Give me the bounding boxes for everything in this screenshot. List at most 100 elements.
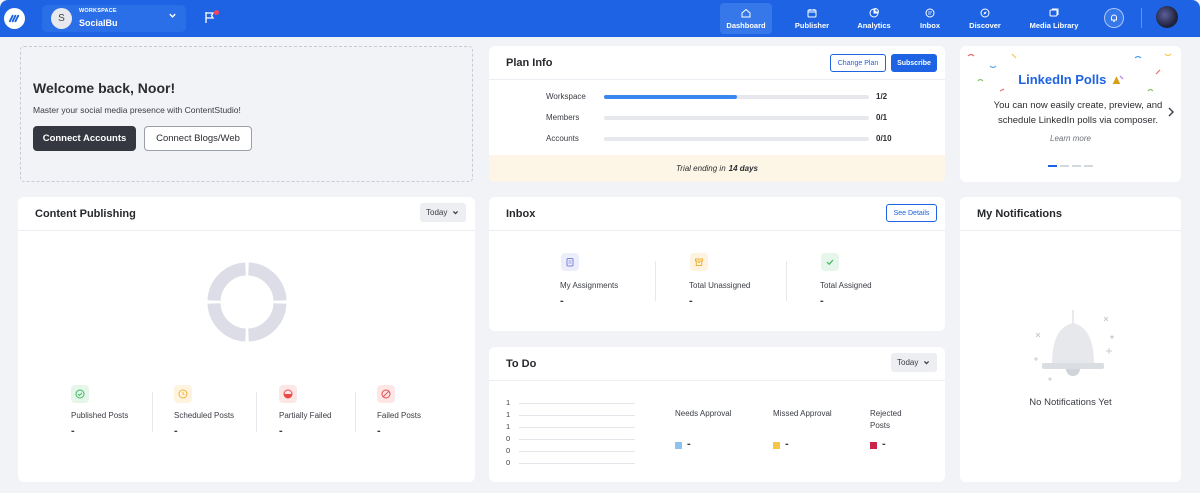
- rejected-posts-value: -: [882, 438, 886, 450]
- y-tick-label: 0: [506, 434, 511, 443]
- scheduled-posts-label: Scheduled Posts: [174, 411, 235, 420]
- promo-title: LinkedIn Polls ▲: [960, 72, 1181, 87]
- workspace-label: WORKSPACE: [79, 8, 117, 14]
- carousel-dot[interactable]: [1084, 165, 1093, 167]
- welcome-panel: Welcome back, Noor! Master your social m…: [20, 46, 473, 182]
- nav-discover[interactable]: Discover: [960, 3, 1010, 34]
- nav-analytics[interactable]: Analytics: [848, 3, 900, 34]
- nav-dashboard[interactable]: Dashboard: [720, 3, 772, 34]
- card-header: Content Publishing Today: [18, 197, 475, 231]
- members-label: Members: [546, 113, 580, 122]
- members-progress: [604, 116, 869, 120]
- accounts-value: 0/10: [876, 134, 892, 143]
- flag-icon[interactable]: [204, 10, 219, 25]
- plan-info-card: Plan Info Change Plan Subscribe Workspac…: [489, 46, 945, 182]
- subscribe-button[interactable]: Subscribe: [891, 54, 937, 72]
- missed-approval-swatch: [773, 442, 780, 449]
- nav-publisher[interactable]: Publisher: [786, 3, 838, 34]
- scheduled-posts-value: -: [174, 425, 178, 437]
- divider: [655, 261, 656, 301]
- chevron-down-icon: [453, 211, 459, 215]
- workspace-label: Workspace: [546, 92, 586, 101]
- chevron-down-icon: [924, 361, 930, 365]
- divider: [152, 392, 153, 432]
- my-assignments-value: -: [560, 295, 564, 307]
- content-publishing-title: Content Publishing: [35, 208, 136, 220]
- nav-discover-label: Discover: [969, 20, 1001, 30]
- grid-line: [519, 463, 635, 464]
- compass-icon: [980, 8, 990, 17]
- y-tick-label: 1: [506, 422, 511, 431]
- notification-dot: [214, 10, 219, 15]
- workspace-value: 1/2: [876, 92, 888, 101]
- learn-more-link[interactable]: Learn more: [960, 134, 1181, 143]
- divider: [355, 392, 356, 432]
- connect-blogs-button[interactable]: Connect Blogs/Web: [144, 126, 252, 151]
- card-header: Plan Info Change Plan Subscribe: [489, 46, 945, 80]
- donut-chart: [207, 262, 287, 342]
- chevron-right-icon[interactable]: [1167, 106, 1175, 120]
- divider: [1141, 8, 1142, 28]
- chat-bubble-icon: [925, 8, 935, 17]
- grid-line: [519, 427, 635, 428]
- range-dropdown[interactable]: Today: [420, 203, 466, 222]
- carousel-dot[interactable]: [1072, 165, 1081, 167]
- nav-inbox-label: Inbox: [920, 20, 940, 30]
- check-icon: [821, 253, 839, 271]
- my-assignments-label: My Assignments: [560, 281, 619, 290]
- rejected-posts-label: Rejected Posts: [870, 409, 902, 430]
- welcome-subtitle: Master your social media presence with C…: [33, 105, 241, 115]
- bell-empty-icon: [1034, 310, 1114, 381]
- top-navbar: S WORKSPACE SocialBu Dashboard Publisher…: [0, 0, 1200, 37]
- carousel-dot[interactable]: [1060, 165, 1069, 167]
- clipboard-icon: [561, 253, 579, 271]
- workspace-avatar: S: [51, 8, 72, 29]
- missed-approval-value: -: [785, 438, 789, 450]
- rejected-posts-swatch: [870, 442, 877, 449]
- plan-info-title: Plan Info: [506, 57, 553, 69]
- check-circle-icon: [71, 385, 89, 403]
- bell-icon[interactable]: [1104, 8, 1124, 28]
- connect-accounts-button[interactable]: Connect Accounts: [33, 126, 136, 151]
- total-assigned-value: -: [820, 295, 824, 307]
- content-publishing-card: Content Publishing Today Published Posts…: [18, 197, 475, 482]
- card-header: To Do Today: [489, 347, 945, 381]
- change-plan-button[interactable]: Change Plan: [830, 54, 886, 72]
- nav-inbox[interactable]: Inbox: [908, 3, 952, 34]
- linkedin-polls-promo: LinkedIn Polls ▲ You can now easily crea…: [960, 46, 1181, 182]
- home-icon: [741, 8, 751, 17]
- grid-line: [519, 415, 635, 416]
- empty-notifications-text: No Notifications Yet: [1029, 397, 1112, 408]
- nav-media-library[interactable]: Media Library: [1024, 3, 1084, 34]
- nav-analytics-label: Analytics: [857, 20, 891, 30]
- inbox-card: Inbox See Details My Assignments - Total…: [489, 197, 945, 331]
- members-value: 0/1: [876, 113, 888, 122]
- failed-posts-value: -: [377, 425, 381, 437]
- notifications-title: My Notifications: [977, 208, 1062, 220]
- calendar-icon: [807, 8, 817, 17]
- card-header: My Notifications: [960, 197, 1181, 231]
- archive-icon: [690, 253, 708, 271]
- published-posts-label: Published Posts: [71, 411, 129, 420]
- trial-banner: Trial ending in 14 days: [489, 155, 945, 182]
- total-unassigned-value: -: [689, 295, 693, 307]
- see-details-button[interactable]: See Details: [886, 204, 937, 222]
- range-dropdown[interactable]: Today: [891, 353, 937, 372]
- total-unassigned-label: Total Unassigned: [689, 281, 751, 290]
- workspace-switcher[interactable]: S WORKSPACE SocialBu: [42, 5, 186, 32]
- promo-text: You can now easily create, preview, and …: [993, 100, 1163, 126]
- party-popper-icon: ▲: [1109, 72, 1123, 87]
- app-logo-icon[interactable]: [4, 8, 25, 29]
- welcome-title: Welcome back, Noor!: [33, 80, 176, 96]
- pie-chart-icon: [869, 7, 879, 17]
- y-tick-label: 0: [506, 446, 511, 455]
- accounts-progress: [604, 137, 869, 141]
- needs-approval-label: Needs Approval: [675, 409, 732, 418]
- y-tick-label: 1: [506, 398, 511, 407]
- failed-posts-label: Failed Posts: [377, 411, 422, 420]
- carousel-dot[interactable]: [1048, 165, 1057, 167]
- y-tick-label: 0: [506, 458, 511, 467]
- chevron-down-icon: [168, 11, 177, 23]
- y-tick-label: 1: [506, 410, 511, 419]
- user-avatar[interactable]: [1156, 6, 1178, 28]
